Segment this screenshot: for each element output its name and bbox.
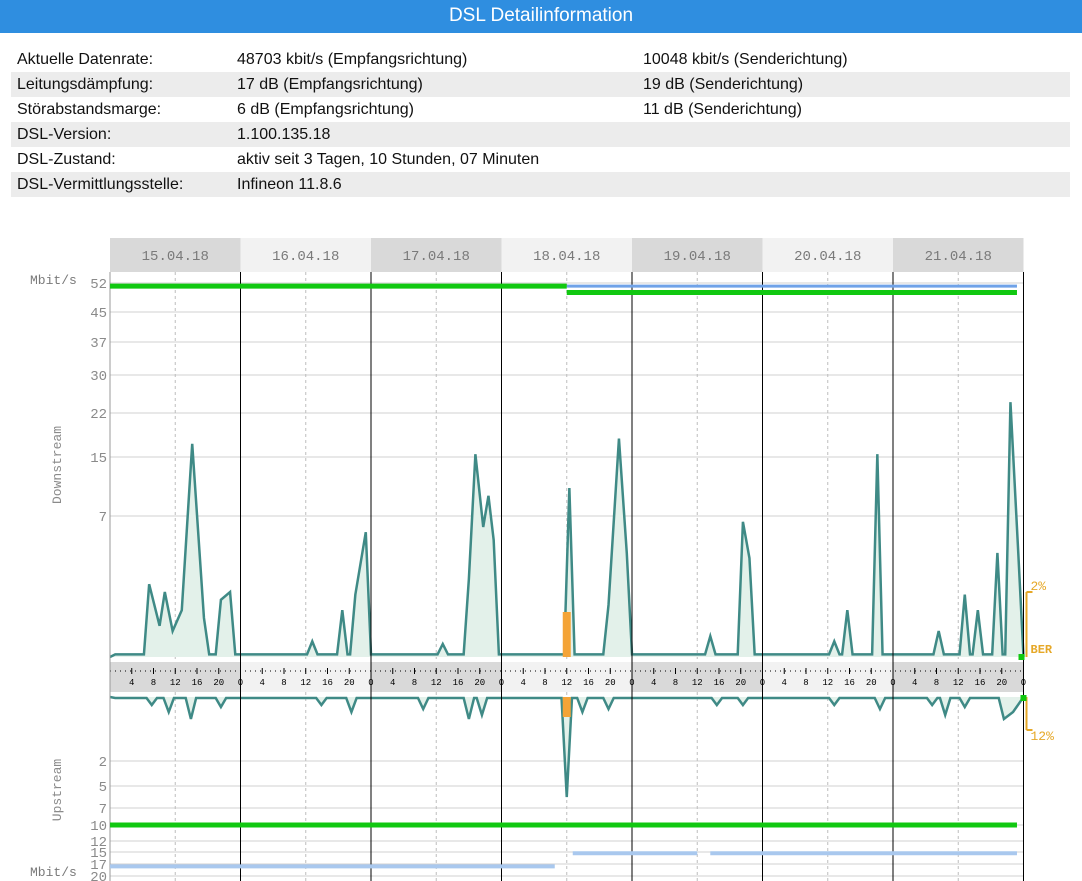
ber-upstream-scale-label: 12% [1031, 729, 1055, 744]
info-row: Aktuelle Datenrate: 48703 kbit/s (Empfang… [11, 47, 1070, 72]
hour-tick-label: 12 [300, 678, 311, 688]
hour-tick-label: 16 [583, 678, 594, 688]
downstream-tick-label: 15 [90, 451, 107, 467]
date-label: 18.04.18 [533, 249, 600, 265]
hour-tick-label: 4 [912, 678, 917, 688]
info-value-downstream: Infineon 11.8.6 [231, 172, 637, 197]
date-label: 16.04.18 [272, 249, 339, 265]
hour-tick-label: 16 [714, 678, 725, 688]
date-label: 17.04.18 [403, 249, 470, 265]
hour-tick-label: 20 [474, 678, 485, 688]
hour-tick-label: 4 [651, 678, 656, 688]
info-value-downstream: 6 dB (Empfangsrichtung) [237, 100, 414, 118]
info-label: DSL-Zustand: [17, 150, 116, 168]
dsl-statistics-chart: 15.04.18 16.04.18 17.04.18 18.04.18 19.04.18… [30, 238, 1055, 881]
info-row: DSL-Zustand: aktiv seit 3 Tagen, 10 Stund… [11, 147, 1070, 172]
info-value-downstream: aktiv seit 3 Tagen, 10 Stunden, 07 Minut… [237, 150, 540, 168]
info-row: DSL-Version: 1.100.135.18 [11, 122, 1070, 147]
info-value-downstream: 48703 kbit/s (Empfangsrichtung) [237, 50, 468, 68]
info-label: DSL-Vermittlungsstelle: [11, 172, 231, 197]
page-title: DSL Detailinformation [0, 0, 1082, 33]
hour-tick-label: 8 [281, 678, 286, 688]
info-value-upstream [637, 172, 1070, 197]
date-label: 21.04.18 [925, 249, 992, 265]
info-value-upstream: 11 dB (Senderichtung) [643, 100, 802, 118]
hour-tick-label: 4 [129, 678, 134, 688]
hour-tick-label: 16 [844, 678, 855, 688]
downstream-tick-label: 22 [90, 407, 107, 423]
hour-tick-label: 8 [151, 678, 156, 688]
resync-marker-upstream [562, 697, 571, 717]
date-label: 19.04.18 [664, 249, 731, 265]
hour-tick-label: 16 [975, 678, 986, 688]
upstream-axis-label: Upstream [50, 759, 65, 822]
downstream-tick-label: 30 [90, 369, 107, 385]
hour-tick-label: 12 [170, 678, 181, 688]
hour-tick-label: 20 [605, 678, 616, 688]
info-value-downstream: 1.100.135.18 [231, 122, 637, 147]
downstream-tick-label: 45 [90, 306, 107, 322]
current-marker-upstream [1020, 695, 1027, 701]
downstream-axis-label: Downstream [50, 426, 65, 504]
info-label: Aktuelle Datenrate: [17, 50, 154, 68]
hour-tick-label: 12 [953, 678, 964, 688]
info-value-upstream [637, 122, 1070, 147]
downstream-tick-label: 52 [90, 277, 107, 293]
hour-tick-label: 4 [782, 678, 787, 688]
hour-tick-label: 20 [213, 678, 224, 688]
hour-tick-label: 16 [453, 678, 464, 688]
hour-tick-label: 20 [344, 678, 355, 688]
downstream-tick-label: 7 [99, 510, 107, 526]
hour-tick-label: 8 [542, 678, 547, 688]
info-value-upstream: 10048 kbit/s (Senderichtung) [643, 50, 848, 68]
hour-tick-label: 12 [561, 678, 572, 688]
hour-tick-label: 4 [260, 678, 265, 688]
info-value-downstream: 17 dB (Empfangsrichtung) [231, 72, 637, 97]
hour-tick-label: 12 [431, 678, 442, 688]
hour-tick-label: 8 [673, 678, 678, 688]
hour-tick-label: 8 [803, 678, 808, 688]
ber-label: BER [1031, 643, 1053, 657]
upstream-tick-label: 5 [99, 780, 107, 796]
info-row: DSL-Vermittlungsstelle: Infineon 11.8.6 [11, 172, 1070, 197]
upstream-tick-label: 2 [99, 755, 107, 771]
info-row: Leitungsdämpfung: 17 dB (Empfangsrichtung… [11, 72, 1070, 97]
downstream-tick-label: 37 [90, 336, 107, 352]
hour-tick-label: 20 [735, 678, 746, 688]
info-label: Leitungsdämpfung: [11, 72, 231, 97]
ber-downstream-scale-label: 2% [1031, 579, 1047, 594]
info-value-upstream [637, 147, 1070, 172]
hour-tick-label: 20 [866, 678, 877, 688]
upstream-tick-label: 10 [90, 819, 107, 835]
current-marker-downstream [1018, 654, 1025, 660]
date-label: 15.04.18 [142, 249, 209, 265]
upstream-tick-label: 20 [90, 870, 107, 881]
downstream-unit-label: Mbit/s [30, 273, 77, 288]
info-value-upstream: 19 dB (Senderichtung) [637, 72, 1070, 97]
hour-tick-label: 4 [521, 678, 526, 688]
info-label: Störabstandsmarge: [17, 100, 162, 118]
date-label: 20.04.18 [794, 249, 861, 265]
info-row: Störabstandsmarge: 6 dB (Empfangsrichtung… [11, 97, 1070, 122]
hour-tick-label: 20 [996, 678, 1007, 688]
hour-tick-label: 16 [322, 678, 333, 688]
hour-tick-label: 8 [412, 678, 417, 688]
resync-marker-downstream [562, 612, 571, 657]
info-label: DSL-Version: [11, 122, 231, 147]
hour-tick-label: 4 [390, 678, 395, 688]
upstream-tick-label: 7 [99, 802, 107, 818]
hour-tick-label: 8 [934, 678, 939, 688]
hour-tick-label: 12 [822, 678, 833, 688]
hour-tick-label: 12 [692, 678, 703, 688]
ber-scale [1025, 591, 1033, 731]
upstream-unit-label: Mbit/s [30, 865, 77, 880]
dsl-info-table: Aktuelle Datenrate: 48703 kbit/s (Empfang… [11, 47, 1070, 197]
hour-tick-label: 16 [192, 678, 203, 688]
